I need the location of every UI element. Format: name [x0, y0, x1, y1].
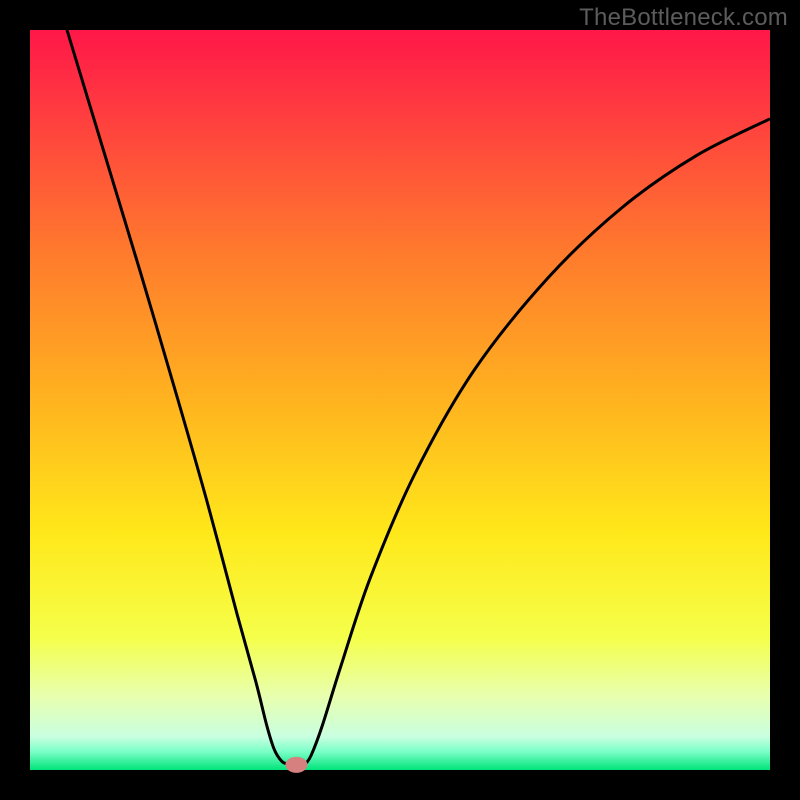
minimum-marker — [285, 757, 307, 773]
plot-background — [30, 30, 770, 770]
bottleneck-chart — [0, 0, 800, 800]
chart-frame: TheBottleneck.com — [0, 0, 800, 800]
